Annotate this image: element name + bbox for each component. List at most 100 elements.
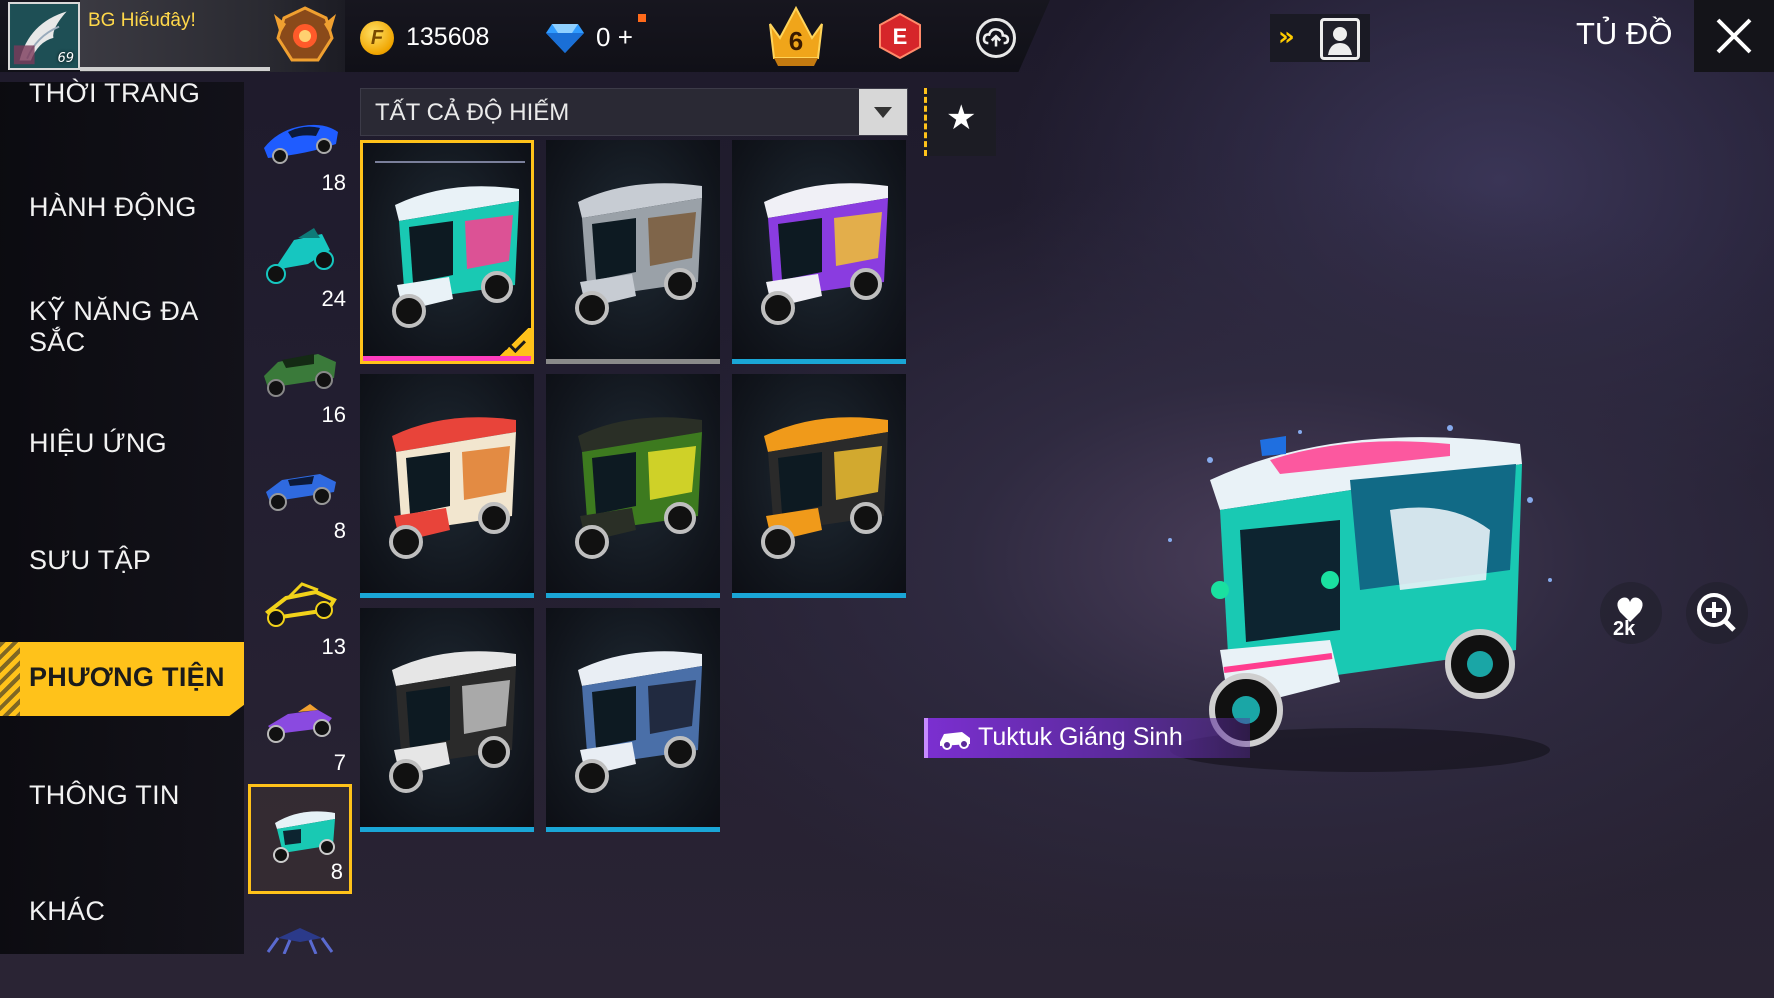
vehicle-skin-card[interactable]	[732, 140, 906, 364]
cloud-sync-button[interactable]	[976, 18, 1016, 58]
rarity-bar	[732, 593, 906, 598]
diamond-topup-plus[interactable]: +	[618, 22, 633, 52]
vehicle-type-count: 7	[333, 750, 346, 775]
diamond-icon	[546, 24, 584, 53]
thumb-window	[592, 452, 636, 514]
rarity-filter-dropdown[interactable]: TẤT CẢ ĐỘ HIẾM	[360, 88, 908, 136]
tuktuk-skin-icon	[761, 183, 888, 325]
xp-bar	[80, 67, 270, 71]
vehicle-skin-card[interactable]	[546, 374, 720, 598]
category-fashion[interactable]: THỜI TRANG	[29, 78, 229, 109]
sports-car-icon	[264, 124, 338, 164]
thumb-window	[592, 218, 636, 280]
vehicle-skin-card[interactable]	[546, 140, 720, 364]
vehicle-type-count: 24	[321, 286, 346, 311]
like-count: 2k	[1613, 618, 1636, 640]
category-vehicles[interactable]: PHƯƠNG TIỆN	[29, 662, 229, 693]
diamond-amount[interactable]: 0 +	[596, 22, 633, 53]
thumb-window	[778, 218, 822, 280]
tuktuk-skin-icon	[389, 651, 516, 793]
crown-rank-number: 6	[789, 26, 803, 56]
thumb-rear-wheel	[478, 736, 510, 768]
player-name: BG Hiếuđây!	[88, 10, 196, 31]
close-button[interactable]	[1694, 0, 1774, 72]
category-other[interactable]: KHÁC	[29, 896, 229, 927]
thumb-front-wheel	[575, 291, 609, 325]
thumb-window	[778, 452, 822, 514]
vehicle-type-strip: 18 24 16 8 13 7 8	[248, 82, 352, 954]
rarity-bar	[360, 827, 534, 832]
rarity-bar	[360, 593, 534, 598]
selected-item-name: Tuktuk Giáng Sinh	[978, 723, 1183, 751]
elite-pass-icon[interactable]: E	[878, 12, 922, 60]
favorites-button[interactable]: ★	[924, 88, 996, 156]
vehicle-type-count: 8	[330, 859, 343, 884]
jeep-icon	[264, 354, 336, 397]
vehicle-type-tuktuk[interactable]: 8	[248, 784, 352, 894]
vehicle-type-kart[interactable]: 7	[248, 672, 352, 782]
vehicle-type-count: 13	[321, 634, 346, 659]
thumb-rear-wheel	[664, 502, 696, 534]
cloud-upload-icon	[982, 28, 1010, 47]
rarity-bar	[546, 593, 720, 598]
crown-rank-icon[interactable]: 6	[764, 2, 828, 68]
thumb-front-wheel	[575, 759, 609, 793]
thumb-window	[406, 452, 450, 514]
player-avatar[interactable]: 69	[8, 2, 80, 70]
thumb-front-wheel	[389, 759, 423, 793]
vehicle-type-count: 16	[321, 402, 346, 427]
vehicle-skin-card[interactable]	[732, 374, 906, 598]
category-actions[interactable]: HÀNH ĐỘNG	[29, 192, 229, 223]
tuktuk-skin-icon	[389, 417, 516, 559]
vehicle-type-spider[interactable]	[248, 902, 352, 954]
thumb-front-wheel	[389, 525, 423, 559]
chevron-down-icon[interactable]	[859, 89, 907, 135]
page-title: TỦ ĐỒ	[1576, 16, 1673, 51]
thumb-rear-wheel	[850, 268, 882, 300]
category-collection[interactable]: SƯU TẬP	[29, 545, 229, 576]
spider-vehicle-icon	[266, 928, 334, 954]
notification-dot	[638, 14, 646, 22]
vehicle-skin-card[interactable]	[546, 608, 720, 832]
character-portrait-icon[interactable]	[1320, 18, 1360, 60]
thumb-front-wheel	[761, 291, 795, 325]
thumb-seat	[648, 212, 696, 266]
car-icon	[940, 732, 970, 750]
star-icon: ★	[946, 98, 977, 138]
buggy-icon	[264, 582, 337, 627]
thumb-rear-wheel	[850, 502, 882, 534]
thumb-seat	[834, 446, 882, 500]
thumb-seat	[465, 215, 513, 269]
thumb-seat	[834, 212, 882, 266]
category-effects[interactable]: HIỆU ỨNG	[29, 428, 229, 459]
tuktuk-skin-icon	[575, 183, 702, 325]
vehicle-type-count: 18	[321, 170, 346, 195]
vehicle-skin-grid	[360, 140, 908, 840]
vehicle-skin-card[interactable]	[360, 608, 534, 832]
vehicle-type-jeep[interactable]: 16	[248, 324, 352, 434]
rank-badge-icon[interactable]	[272, 4, 338, 66]
rarity-bar	[546, 827, 720, 832]
vehicle-type-buggy[interactable]: 13	[248, 556, 352, 666]
tuktuk-skin-icon	[392, 186, 519, 328]
category-info[interactable]: THÔNG TIN	[29, 780, 229, 811]
gold-coin-icon: F	[360, 21, 394, 55]
active-category-stripe	[0, 642, 20, 716]
vehicle-type-monster-truck[interactable]: 8	[248, 440, 352, 550]
thumb-front-wheel	[575, 525, 609, 559]
diamond-count: 0	[596, 22, 611, 52]
thumb-seat	[462, 680, 510, 734]
vehicle-type-motorbike[interactable]: 24	[248, 208, 352, 318]
player-level: 69	[57, 51, 74, 66]
thumb-seat	[648, 446, 696, 500]
monster-truck-icon	[266, 474, 336, 511]
zoom-button[interactable]	[1686, 582, 1748, 644]
vehicle-type-sports-car[interactable]: 18	[248, 92, 352, 202]
vehicle-skin-card[interactable]	[360, 374, 534, 598]
thumb-rear-wheel	[478, 502, 510, 534]
thumb-window	[406, 686, 450, 748]
rarity-filter-label: TẤT CẢ ĐỘ HIẾM	[375, 99, 570, 126]
category-multicolor-skills[interactable]: KỸ NĂNG ĐA SẮC	[29, 296, 229, 358]
thumb-seat	[648, 680, 696, 734]
vehicle-skin-card[interactable]	[360, 140, 534, 364]
